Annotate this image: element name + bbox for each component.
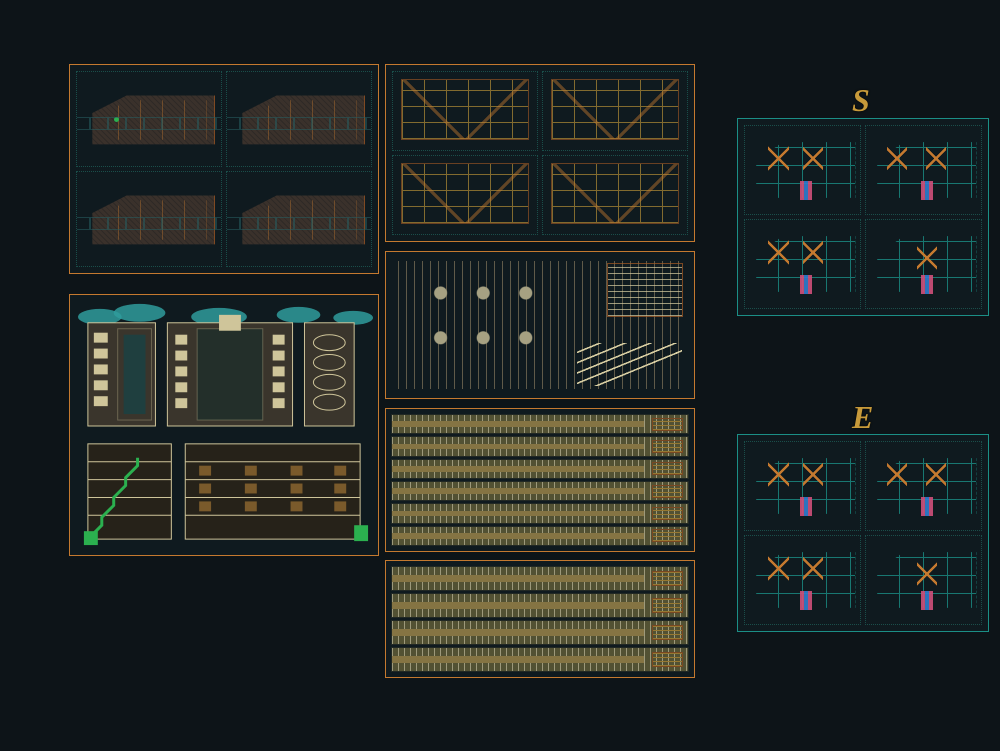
detail-table <box>608 264 682 317</box>
label-s: S <box>852 82 870 119</box>
beam-row <box>392 594 688 617</box>
sheet-details[interactable] <box>385 251 695 399</box>
beam-row <box>392 567 688 590</box>
sheet-beams-1[interactable] <box>385 408 695 552</box>
electrical-plan-c <box>744 535 861 625</box>
sheet-sanitary[interactable] <box>737 118 989 316</box>
sanitary-plan-d <box>865 219 982 309</box>
sanitary-plan-b <box>865 125 982 215</box>
elevations-svg <box>70 295 378 555</box>
sheet-electrical[interactable] <box>737 434 989 632</box>
sheet-floor-plans[interactable] <box>69 64 379 274</box>
floor-plan-c <box>76 171 222 267</box>
electrical-plan-b <box>865 441 982 531</box>
beam-row <box>392 504 688 522</box>
floor-plan-d <box>226 171 372 267</box>
sanitary-plan-c <box>744 219 861 309</box>
floor-plan-a <box>76 71 222 167</box>
beam-row <box>392 527 688 545</box>
structural-plan-b <box>542 71 688 151</box>
label-e: E <box>852 399 873 436</box>
structural-plan-c <box>392 155 538 235</box>
sheet-elevations[interactable] <box>69 294 379 556</box>
beam-row <box>392 482 688 500</box>
drawing-canvas[interactable]: S E <box>0 0 1000 751</box>
beam-row <box>392 460 688 478</box>
structural-plan-a <box>392 71 538 151</box>
sanitary-plan-a <box>744 125 861 215</box>
sheet-beams-2[interactable] <box>385 560 695 678</box>
sheet-structural-plans[interactable] <box>385 64 695 242</box>
beam-row <box>392 621 688 644</box>
floor-plan-b <box>226 71 372 167</box>
beam-row <box>392 648 688 671</box>
structural-plan-d <box>542 155 688 235</box>
stair-detail <box>577 343 682 387</box>
electrical-plan-a <box>744 441 861 531</box>
beam-row <box>392 437 688 455</box>
electrical-plan-d <box>865 535 982 625</box>
beam-row <box>392 415 688 433</box>
